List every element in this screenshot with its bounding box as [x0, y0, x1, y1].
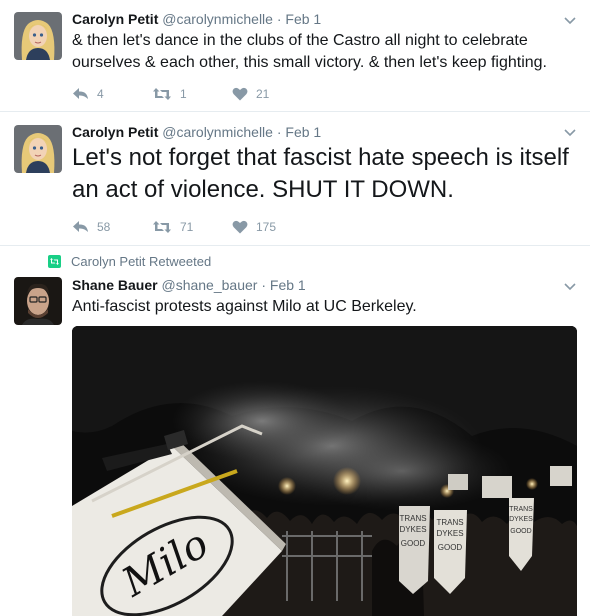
retweet-context[interactable]: Carolyn Petit Retweeted	[48, 254, 211, 269]
retweeted-badge-icon	[48, 255, 61, 268]
tweet-actions: 58 71 175	[72, 220, 312, 234]
sign-line: GOOD	[510, 528, 531, 535]
retweet-context-label: Carolyn Petit Retweeted	[71, 254, 212, 269]
sign-line: DYKES	[509, 516, 533, 523]
like-button[interactable]: 21	[232, 87, 312, 101]
tweet-2[interactable]: Carolyn Petit @carolynmichelle · Feb 1 L…	[0, 112, 590, 246]
reply-button[interactable]: 4	[72, 87, 152, 101]
reply-count: 4	[97, 87, 104, 101]
heart-icon	[232, 220, 248, 234]
tweet-1[interactable]: Carolyn Petit @carolynmichelle · Feb 1 &…	[0, 0, 590, 112]
tweet-header: Carolyn Petit @carolynmichelle · Feb 1	[72, 11, 321, 27]
timestamp[interactable]: Feb 1	[285, 11, 321, 27]
sign-line: GOOD	[401, 539, 426, 548]
sign-line: DYKES	[399, 525, 426, 534]
like-count: 21	[256, 87, 270, 101]
chevron-down-icon[interactable]	[562, 12, 578, 28]
avatar[interactable]	[14, 12, 62, 60]
chevron-down-icon[interactable]	[562, 124, 578, 140]
sign-line: GOOD	[438, 543, 463, 552]
chevron-down-icon[interactable]	[562, 278, 578, 294]
tweet-text: Anti-fascist protests against Milo at UC…	[72, 298, 417, 315]
tweet-media-photo[interactable]: TRANS DYKES GOOD TRANS DYKES GOOD TRANS …	[72, 326, 577, 616]
retweet-button[interactable]: 1	[152, 87, 232, 101]
reply-button[interactable]: 58	[72, 220, 152, 234]
avatar[interactable]	[14, 277, 62, 325]
timestamp[interactable]: Feb 1	[285, 124, 321, 140]
author-handle[interactable]: @carolynmichelle	[162, 11, 273, 27]
retweet-count: 1	[180, 87, 187, 101]
author-name[interactable]: Carolyn Petit	[72, 11, 158, 27]
retweet-button[interactable]: 71	[152, 220, 232, 234]
tweet-text: Let's not forget that fascist hate speec…	[72, 144, 569, 203]
sign-line: TRANS	[399, 514, 426, 523]
reply-icon	[73, 221, 88, 232]
tweet-header: Carolyn Petit @carolynmichelle · Feb 1	[72, 124, 321, 140]
avatar[interactable]	[14, 125, 62, 173]
tweet-header: Shane Bauer @shane_bauer · Feb 1	[72, 277, 306, 293]
author-handle[interactable]: @shane_bauer	[161, 277, 257, 293]
heart-icon	[232, 87, 248, 101]
sign-line: TRANS	[436, 518, 463, 527]
retweet-icon	[153, 88, 171, 100]
retweet-icon	[153, 221, 171, 233]
author-handle[interactable]: @carolynmichelle	[162, 124, 273, 140]
reply-count: 58	[97, 220, 111, 234]
like-count: 175	[256, 220, 277, 234]
separator: ·	[276, 124, 282, 140]
author-name[interactable]: Carolyn Petit	[72, 124, 158, 140]
sign-line: DYKES	[436, 529, 463, 538]
separator: ·	[276, 11, 282, 27]
retweet-count: 71	[180, 220, 194, 234]
sign-line: TRANS	[509, 506, 533, 513]
timestamp[interactable]: Feb 1	[270, 277, 306, 293]
tweet-text: & then let's dance in the clubs of the C…	[72, 32, 547, 71]
tweet-actions: 4 1 21	[72, 87, 312, 101]
reply-icon	[73, 88, 88, 99]
author-name[interactable]: Shane Bauer	[72, 277, 158, 293]
like-button[interactable]: 175	[232, 220, 312, 234]
protest-sign: TRANS DYKES GOOD	[399, 506, 430, 594]
separator: ·	[261, 277, 266, 293]
